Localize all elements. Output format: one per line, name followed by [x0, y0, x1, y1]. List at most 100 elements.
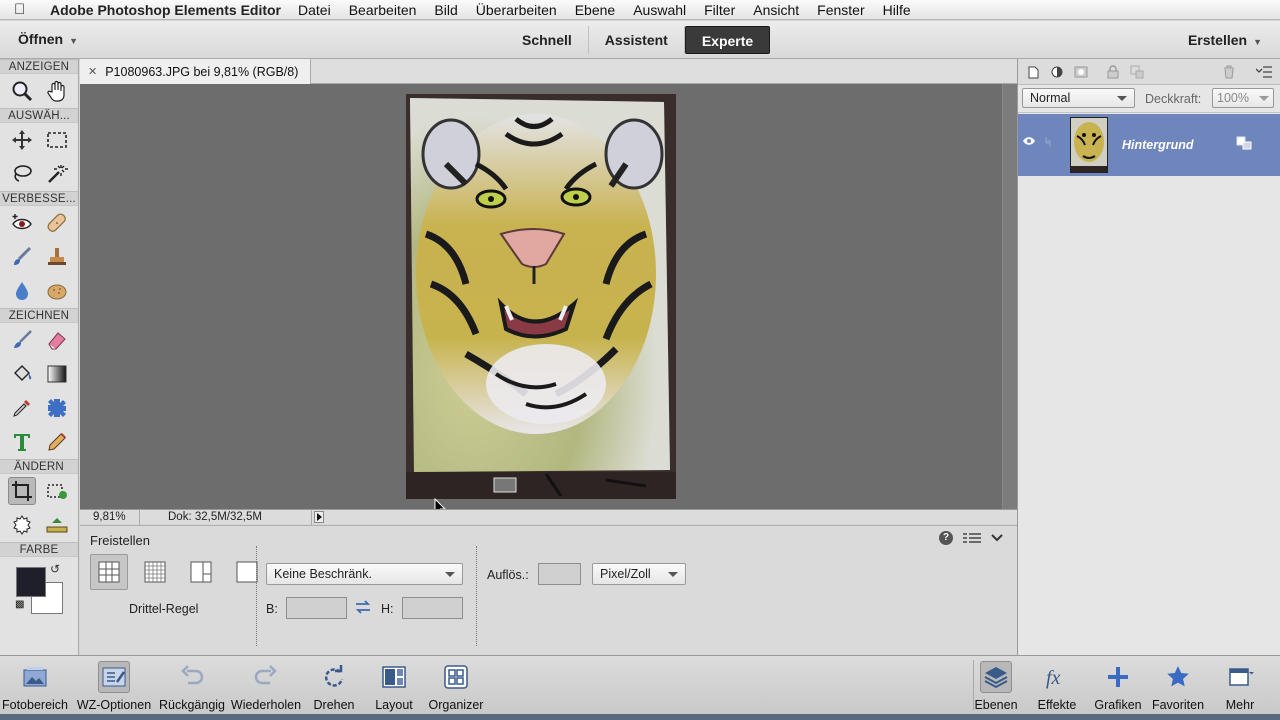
layout-button[interactable]: Layout: [372, 656, 416, 715]
tiger-photo[interactable]: [406, 94, 676, 499]
blur-tool-icon[interactable]: [8, 277, 36, 305]
document-tab-bar: ✕ P1080963.JPG bei 9,81% (RGB/8): [80, 59, 1017, 84]
menu-ebene[interactable]: Ebene: [566, 2, 624, 18]
sponge-tool-icon[interactable]: [43, 277, 71, 305]
overlay-grid-button[interactable]: [136, 554, 174, 590]
resolution-unit-select[interactable]: Pixel/Zoll: [592, 563, 686, 585]
adjustment-layer-icon[interactable]: [1050, 65, 1064, 79]
eraser-tool-icon[interactable]: [43, 326, 71, 354]
paint-bucket-icon[interactable]: [8, 360, 36, 388]
mode-experte[interactable]: Experte: [684, 26, 771, 54]
healing-brush-icon[interactable]: [43, 209, 71, 237]
layers-button[interactable]: Ebenen: [974, 656, 1018, 715]
menu-ansicht[interactable]: Ansicht: [744, 2, 808, 18]
graphics-button[interactable]: Grafiken: [1093, 656, 1143, 715]
swap-dimensions-icon[interactable]: [355, 600, 371, 614]
overlay-none-button[interactable]: [228, 554, 266, 590]
more-label: Mehr: [1225, 698, 1255, 712]
lasso-tool-icon[interactable]: [8, 160, 36, 188]
marquee-tool-icon[interactable]: [43, 126, 71, 154]
collapse-chevron-icon[interactable]: [991, 533, 1003, 543]
resolution-label: Auflös.:: [487, 568, 529, 582]
menu-ueberarbeiten[interactable]: Überarbeiten: [467, 2, 566, 18]
menu-datei[interactable]: Datei: [289, 2, 340, 18]
organizer-button[interactable]: Organizer: [426, 656, 486, 715]
mode-assistent[interactable]: Assistent: [589, 26, 685, 54]
graphics-label: Grafiken: [1094, 698, 1142, 712]
help-icon[interactable]: ?: [939, 531, 953, 545]
overlay-rule-of-thirds-button[interactable]: [90, 554, 128, 590]
layer-row-hintergrund[interactable]: Hintergrund: [1018, 114, 1280, 176]
gradient-tool-icon[interactable]: [43, 360, 71, 388]
text-tool-icon[interactable]: [8, 428, 36, 456]
favorites-button[interactable]: Favoriten: [1150, 656, 1206, 715]
height-field[interactable]: [402, 597, 463, 619]
custom-shape-icon[interactable]: [43, 394, 71, 422]
options-menu-icon[interactable]: [963, 532, 981, 544]
new-layer-icon[interactable]: [1026, 65, 1040, 79]
menu-fenster[interactable]: Fenster: [808, 2, 873, 18]
hand-tool-icon[interactable]: [43, 77, 71, 105]
redo-button[interactable]: Wiederholen: [230, 656, 302, 715]
rotate-button[interactable]: Drehen: [310, 656, 358, 715]
lock-transparent-icon[interactable]: [1130, 65, 1144, 79]
vertical-scrollbar[interactable]: [1003, 84, 1017, 509]
menu-filter[interactable]: Filter: [695, 2, 744, 18]
overlay-golden-ratio-button[interactable]: [182, 554, 220, 590]
default-colors-icon[interactable]: ▩: [15, 599, 24, 610]
redo-icon: [254, 665, 277, 685]
magic-wand-icon[interactable]: [43, 160, 71, 188]
panel-menu-icon[interactable]: [1256, 65, 1272, 79]
smart-brush-icon[interactable]: [8, 243, 36, 271]
eye-visibility-icon[interactable]: [1022, 136, 1036, 146]
section-auswahl: AUSWÄH...: [0, 108, 78, 123]
pencil-tool-icon[interactable]: [43, 428, 71, 456]
layer-mask-icon[interactable]: [1074, 65, 1088, 79]
layer-lock-icon[interactable]: [1236, 136, 1252, 150]
zoom-tool-icon[interactable]: [8, 77, 36, 105]
foreground-color-swatch[interactable]: [16, 567, 46, 597]
effects-button[interactable]: fx Effekte: [1035, 656, 1079, 715]
undo-button[interactable]: Rückgängig: [158, 656, 226, 715]
move-tool-icon[interactable]: [8, 126, 36, 154]
more-button[interactable]: Mehr: [1220, 656, 1260, 715]
menu-auswahl[interactable]: Auswahl: [624, 2, 695, 18]
swap-colors-icon[interactable]: ↺: [50, 562, 60, 576]
app-name[interactable]: Adobe Photoshop Elements Editor: [50, 2, 281, 18]
close-icon[interactable]: ✕: [88, 65, 97, 78]
opacity-value: 100%: [1217, 91, 1249, 105]
layer-name[interactable]: Hintergrund: [1122, 138, 1194, 152]
crop-tool-icon[interactable]: [7, 477, 36, 505]
recompose-tool-icon[interactable]: [43, 477, 71, 505]
width-field[interactable]: [286, 597, 347, 619]
chevron-down-icon: ▼: [69, 36, 79, 46]
blend-mode-select[interactable]: Normal: [1022, 88, 1135, 108]
photo-bin-label: Fotobereich: [2, 698, 69, 712]
zoom-level[interactable]: 9,81%: [80, 509, 140, 525]
document-tab[interactable]: ✕ P1080963.JPG bei 9,81% (RGB/8): [80, 59, 312, 84]
mode-schnell[interactable]: Schnell: [506, 26, 589, 54]
straighten-tool-icon[interactable]: [43, 511, 71, 539]
apple-icon[interactable]: : [14, 1, 36, 18]
trash-icon[interactable]: [1222, 65, 1236, 79]
status-menu-arrow-icon[interactable]: [314, 511, 324, 523]
opacity-field[interactable]: 100%: [1212, 88, 1274, 108]
tool-options-button[interactable]: WZ-Optionen: [75, 656, 153, 715]
aspect-ratio-value: Keine Beschränk.: [274, 567, 372, 581]
menu-hilfe[interactable]: Hilfe: [874, 2, 920, 18]
create-button[interactable]: Erstellen ▼: [1188, 32, 1262, 48]
aspect-ratio-select[interactable]: Keine Beschränk.: [266, 563, 463, 585]
clone-stamp-icon[interactable]: [43, 243, 71, 271]
eyedropper-icon[interactable]: [8, 394, 36, 422]
cookie-cutter-icon[interactable]: [8, 511, 36, 539]
photo-bin-button[interactable]: Fotobereich: [2, 656, 69, 715]
link-icon[interactable]: [1044, 136, 1052, 148]
menu-bild[interactable]: Bild: [425, 2, 466, 18]
menu-bearbeiten[interactable]: Bearbeiten: [340, 2, 426, 18]
resolution-field[interactable]: [538, 563, 581, 585]
red-eye-icon[interactable]: [8, 209, 36, 237]
brush-tool-icon[interactable]: [8, 326, 36, 354]
document-tab-title: P1080963.JPG bei 9,81% (RGB/8): [105, 64, 299, 79]
lock-all-icon[interactable]: [1106, 65, 1120, 79]
open-button[interactable]: Öffnen ▼: [18, 31, 78, 47]
